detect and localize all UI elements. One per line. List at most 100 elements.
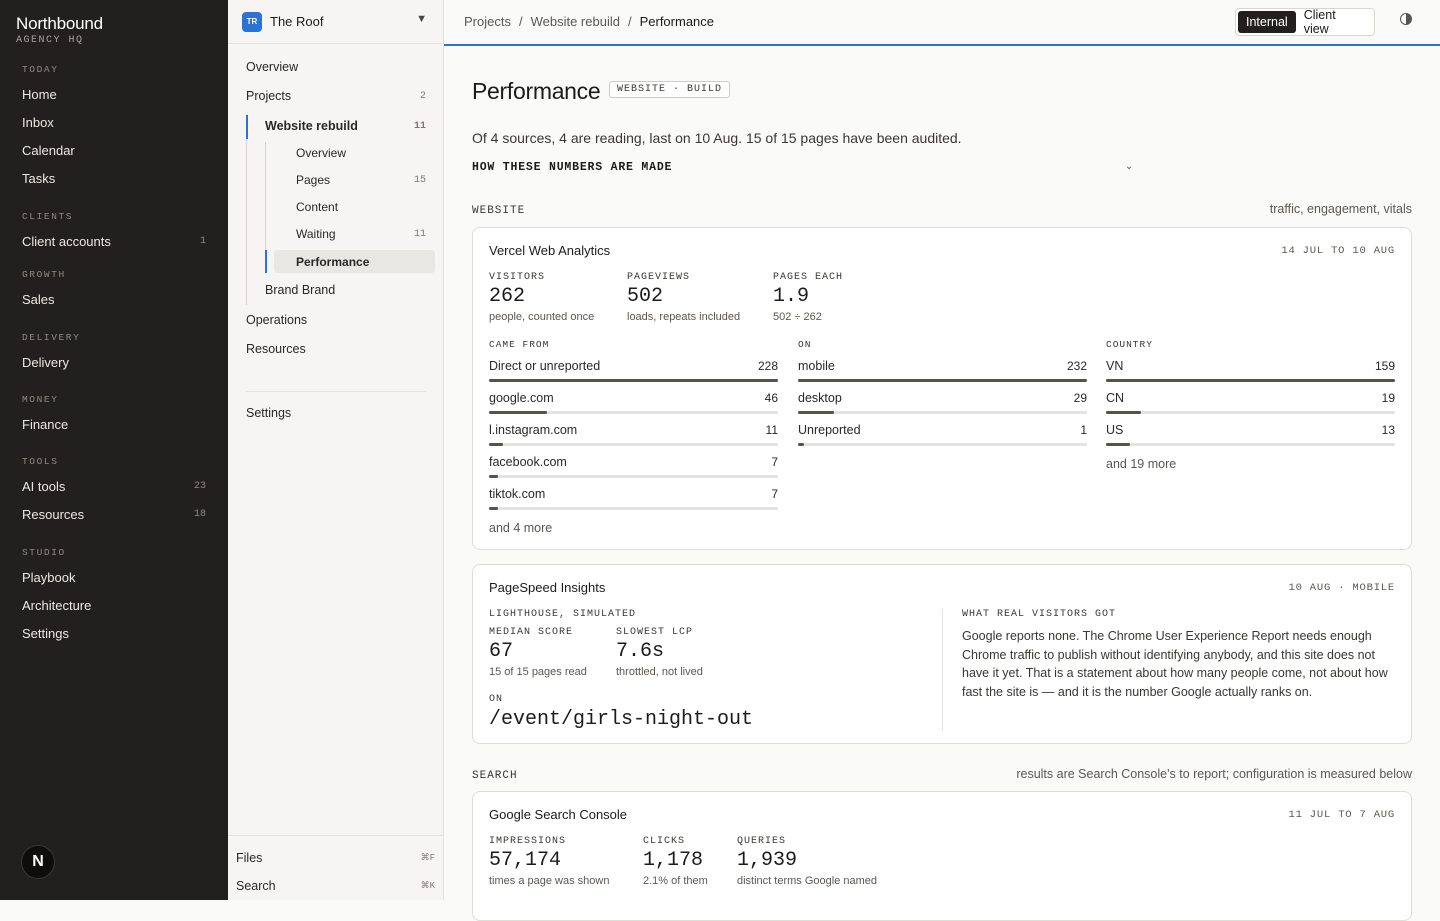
brand[interactable]: Northbound AGENCY HQ [16,14,103,46]
nav-settings[interactable]: Settings [246,406,426,420]
methodology-disclosure[interactable]: HOW THESE NUMBERS ARE MADE ⌄ [472,161,1134,174]
bar-fill [1106,379,1395,382]
row-value: 7 [771,487,778,501]
sidebar-item-label: Finance [22,417,69,432]
section-clients: CLIENTS [22,211,74,222]
caret-down-icon[interactable]: ▼ [416,13,427,25]
workspace-logo: TR [242,11,262,32]
brand-subtitle: AGENCY HQ [16,35,84,46]
workspace-name: The Roof [270,14,324,29]
sidebar-item-client-accounts[interactable]: Client accounts 1 [22,234,206,249]
view-internal-button[interactable]: Internal [1238,11,1296,33]
sidebar-item-label: Sales [22,292,55,307]
page-summary: Of 4 sources, 4 are reading, last on 10 … [472,130,962,146]
breadcrumb: Projects / Website rebuild / Performance [464,14,714,29]
stat-value: 1,939 [737,849,798,872]
sidebar-item-calendar[interactable]: Calendar [22,143,206,158]
sidebar-item-ai-tools[interactable]: AI tools 23 [22,479,206,494]
project-nav: TR The Roof ▼ Overview Projects 2 Website… [228,0,444,900]
nav-sub-waiting[interactable]: Waiting 11 [296,227,426,241]
sidebar-item-home[interactable]: Home [22,87,206,102]
nav-overview[interactable]: Overview [246,60,426,74]
sidebar-item-label: Client accounts [22,234,111,249]
row-label: VN [1106,359,1124,373]
more-link[interactable]: and 19 more [1106,457,1176,471]
nav-sub-content[interactable]: Content [296,200,426,214]
nav-website-rebuild[interactable]: Website rebuild 11 [265,119,426,133]
nav-label: Overview [296,146,347,160]
slowest-page-path[interactable]: /event/girls-night-out [489,708,753,731]
view-client-button[interactable]: Client view [1296,8,1372,36]
row-label: mobile [798,359,835,373]
nav-divider [246,391,426,392]
pagespeed-card: PageSpeed Insights 10 AUG · MOBILE LIGHT… [472,564,1412,744]
nav-files[interactable]: Files ⌘F [236,851,435,865]
theme-toggle-icon[interactable] [1400,13,1412,25]
sidebar-item-playbook[interactable]: Playbook [22,570,206,585]
nav-search[interactable]: Search ⌘K [236,879,435,893]
breadcrumb-projects[interactable]: Projects [464,14,511,29]
app-sidebar: Northbound AGENCY HQ TODAY Home Inbox Ca… [0,0,228,900]
sidebar-item-tasks[interactable]: Tasks [22,171,206,186]
stat-note: distinct terms Google named [737,875,878,887]
stat-label: CLICKS [643,836,686,847]
nav-projects[interactable]: Projects 2 [246,89,426,103]
breakdown-row: Direct or unreported 228 [489,359,778,385]
sidebar-item-sales[interactable]: Sales [22,292,206,307]
bar-fill [489,507,498,510]
nav-label: Files [236,851,263,865]
bar-fill [489,443,503,446]
card-date: 10 AUG · MOBILE [1288,582,1395,594]
nav-label: Overview [246,60,299,74]
stat-label: MEDIAN SCORE [489,627,574,638]
stat-label: PAGEVIEWS [627,272,691,283]
stat-value: 57,174 [489,849,562,872]
top-bar: Projects / Website rebuild / Performance… [444,0,1440,46]
sidebar-item-inbox[interactable]: Inbox [22,115,206,130]
row-value: 7 [771,455,778,469]
stat-queries: QUERIES 1,939 distinct terms Google name… [737,836,877,887]
stat-label: PAGES EACH [773,272,844,283]
breakdown-row: US 13 [1106,423,1395,449]
stat-note: times a page was shown [489,875,610,887]
nav-sub-pages[interactable]: Pages 15 [296,173,426,187]
user-avatar[interactable]: N [21,845,55,879]
more-link[interactable]: and 4 more [489,521,552,535]
breadcrumb-current: Performance [639,14,715,29]
row-value: 13 [1381,423,1395,437]
breakdown-row: l.instagram.com 11 [489,423,778,449]
bar-track [489,443,778,446]
stat-pages-each: PAGES EACH 1.9 502 ÷ 262 [773,272,843,323]
stat-note: 2.1% of them [643,875,708,887]
shortcut-hint: ⌘F [420,853,435,863]
sidebar-item-architecture[interactable]: Architecture [22,598,206,613]
nav-label: Settings [246,406,292,420]
stat-note: people, counted once [489,311,595,323]
count-badge: 11 [413,228,426,240]
nav-brand-brand[interactable]: Brand Brand [265,283,426,297]
nav-label: Content [296,200,339,214]
nav-operations[interactable]: Operations [246,313,426,327]
sidebar-item-resources[interactable]: Resources 18 [22,507,206,522]
section-label: WEBSITE [472,205,526,217]
nav-sub-overview[interactable]: Overview [296,146,426,160]
stat-label: IMPRESSIONS [489,836,567,847]
breakdown-country: COUNTRY VN 159 CN 19 US 13 and 19 more [1106,339,1395,471]
breakdown-row: facebook.com 7 [489,455,778,481]
stat-slowest-lcp: SLOWEST LCP 7.6s throttled, not lived [616,627,703,678]
nav-sub-performance[interactable]: Performance [274,250,435,273]
breakdown-came-from: CAME FROM Direct or unreported 228 google… [489,339,778,535]
sidebar-item-label: AI tools [22,479,66,494]
bar-fill [489,379,778,382]
sidebar-item-settings[interactable]: Settings [22,626,206,641]
stat-label: WHAT REAL VISITORS GOT [962,609,1117,620]
breadcrumb-website-rebuild[interactable]: Website rebuild [531,14,620,29]
sidebar-item-finance[interactable]: Finance [22,417,206,432]
search-console-card: Google Search Console 11 JUL TO 7 AUG IM… [472,791,1412,921]
bar-track [489,379,778,382]
row-value: 159 [1374,359,1395,373]
nav-label: Pages [296,173,331,187]
sidebar-item-delivery[interactable]: Delivery [22,355,206,370]
nav-resources[interactable]: Resources [246,342,426,356]
workspace-switcher[interactable]: TR The Roof ▼ [228,0,443,44]
